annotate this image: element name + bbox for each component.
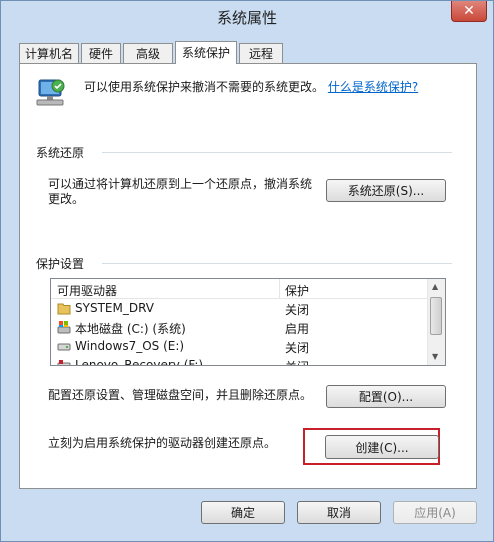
section-divider (102, 263, 452, 264)
column-separator (279, 279, 280, 298)
drive-icon (57, 359, 71, 365)
restore-desc-line-2: 更改。 (48, 192, 85, 206)
drive-row[interactable]: SYSTEM_DRV 关闭 (51, 299, 429, 318)
drive-name: Windows7_OS (E:) (75, 339, 185, 353)
drive-protection-state: 启用 (285, 322, 310, 336)
close-button[interactable]: ✕ (451, 1, 487, 22)
drive-list[interactable]: 可用驱动器 保护 SYSTEM_DRV 关闭 本地磁盘 (C:) (系统) 启用 (50, 278, 446, 366)
tab-advanced[interactable]: 高级 (123, 43, 173, 63)
drive-list-header: 可用驱动器 保护 (51, 279, 429, 299)
column-header-protection[interactable]: 保护 (285, 282, 309, 299)
tab-system-protection[interactable]: 系统保护 (175, 41, 237, 64)
drive-name: 本地磁盘 (C:) (系统) (75, 322, 186, 336)
create-description: 立刻为启用系统保护的驱动器创建还原点。 (48, 436, 277, 450)
intro-description: 可以使用系统保护来撤消不需要的系统更改。 (84, 80, 325, 94)
drive-protection-state: 关闭 (285, 358, 309, 365)
title-bar[interactable]: 系统属性 ✕ (1, 1, 493, 31)
restore-desc-line-1: 可以通过将计算机还原到上一个还原点，撤消系统 (48, 177, 313, 191)
drive-protection-state: 关闭 (285, 341, 310, 355)
drive-list-scrollbar[interactable]: ▲ ▼ (427, 279, 445, 365)
scroll-up-icon[interactable]: ▲ (432, 282, 438, 291)
system-properties-window: 系统属性 ✕ 计算机名 硬件 高级 系统保护 远程 可以使用系统保护来撤消不需要… (0, 0, 494, 542)
drive-row[interactable]: Windows7_OS (E:) 关闭 (51, 337, 429, 356)
system-restore-heading: 系统还原 (36, 146, 85, 160)
tab-computer-name[interactable]: 计算机名 (19, 43, 79, 63)
create-button[interactable]: 创建(C)... (325, 435, 439, 459)
configure-description: 配置还原设置、管理磁盘空间，并且删除还原点。 (48, 388, 313, 402)
intro-text: 可以使用系统保护来撤消不需要的系统更改。 什么是系统保护? (84, 78, 418, 95)
tab-remote[interactable]: 远程 (239, 43, 283, 63)
scroll-thumb[interactable] (430, 297, 442, 335)
drive-icon (57, 340, 71, 353)
what-is-system-protection-link[interactable]: 什么是系统保护? (328, 80, 418, 94)
scroll-down-icon[interactable]: ▼ (432, 352, 438, 361)
apply-button[interactable]: 应用(A) (393, 501, 477, 524)
system-protection-icon (34, 76, 68, 110)
folder-icon (57, 302, 71, 315)
drive-row[interactable]: 本地磁盘 (C:) (系统) 启用 (51, 318, 429, 337)
tab-hardware[interactable]: 硬件 (81, 43, 121, 63)
window-title: 系统属性 (216, 9, 277, 27)
drive-row[interactable]: Lenovo_Recovery (F:) 关闭 (51, 356, 429, 366)
system-restore-description: 可以通过将计算机还原到上一个还原点，撤消系统 更改。 (48, 177, 312, 207)
drive-name: SYSTEM_DRV (75, 301, 154, 315)
ok-button[interactable]: 确定 (201, 501, 285, 524)
close-icon: ✕ (463, 3, 475, 19)
column-header-drive[interactable]: 可用驱动器 (57, 282, 117, 299)
section-divider (102, 152, 452, 153)
drive-protection-state: 关闭 (285, 303, 310, 317)
drive-name: Lenovo_Recovery (F:) (75, 358, 204, 366)
system-restore-button[interactable]: 系统还原(S)... (326, 179, 446, 202)
tab-panel: 可以使用系统保护来撤消不需要的系统更改。 什么是系统保护? 系统还原 可以通过将… (19, 63, 477, 489)
protection-settings-heading: 保护设置 (36, 257, 85, 271)
system-drive-icon (57, 321, 71, 334)
configure-button[interactable]: 配置(O)... (326, 385, 446, 408)
cancel-button[interactable]: 取消 (297, 501, 381, 524)
